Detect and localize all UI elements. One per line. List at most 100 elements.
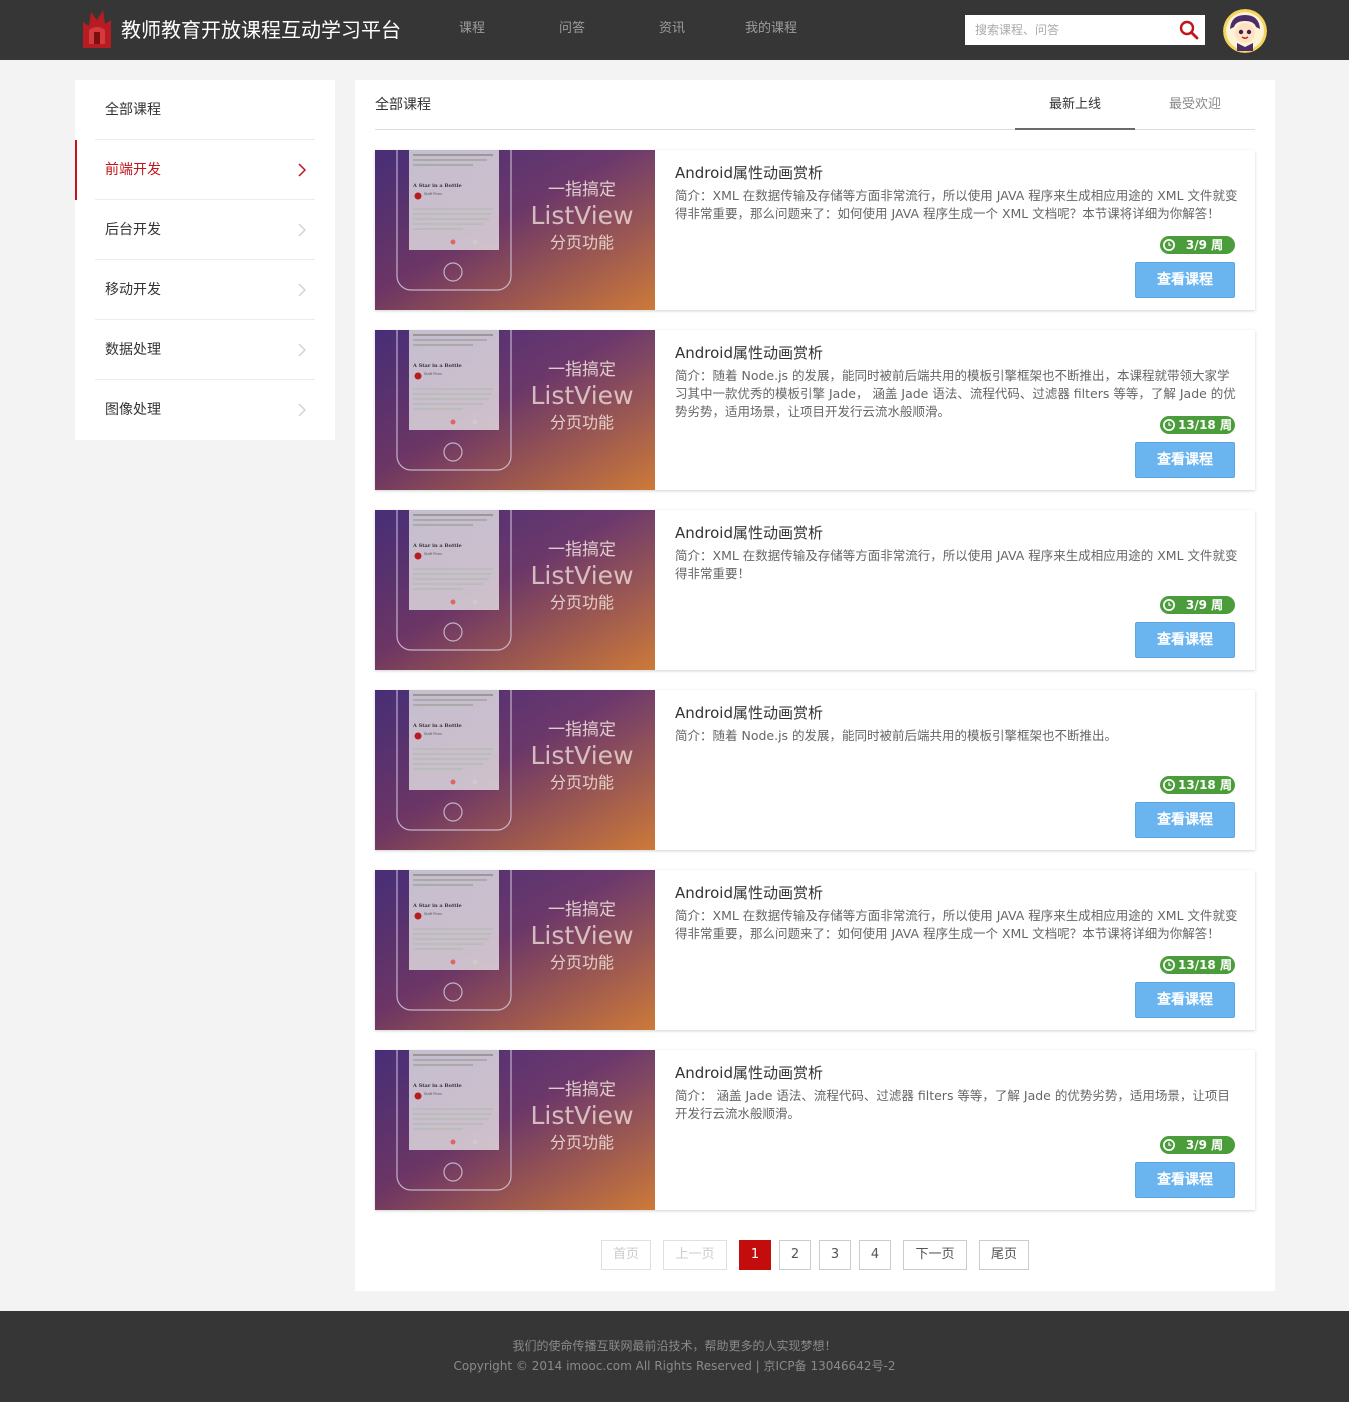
logo-icon[interactable]	[79, 8, 115, 50]
thumb-line3: 分页功能	[550, 233, 614, 252]
page-next-button[interactable]: 下一页	[903, 1240, 967, 1270]
sidebar-item-label: 后台开发	[105, 222, 161, 238]
course-description: 简介：XML 在数据传输及存储等方面非常流行，所以使用 JAVA 程序来生成相应…	[675, 548, 1238, 581]
thumb-line1: 一指搞定	[548, 720, 616, 740]
thumb-line2: ListView	[530, 1101, 633, 1130]
user-avatar[interactable]	[1223, 9, 1267, 53]
sidebar-item-label: 前端开发	[105, 162, 161, 178]
sidebar-item-label: 图像处理	[105, 402, 161, 418]
search-input[interactable]	[965, 15, 1175, 45]
nav-news[interactable]: 资讯	[659, 20, 685, 38]
course-thumbnail[interactable]: A Star in a Bottle Staff Picks 一指搞定ListVie…	[375, 690, 655, 850]
weeks-text: 3/9 周	[1185, 1138, 1224, 1152]
top-header: 教师教育开放课程互动学习平台 课程 问答 资讯 我的课程	[0, 0, 1349, 60]
clock-icon	[1163, 239, 1175, 251]
phone-article-sub: Staff Picks	[424, 912, 442, 916]
thumb-line3: 分页功能	[550, 773, 614, 792]
page-2-button[interactable]: 2	[779, 1240, 811, 1270]
sidebar-item-all-courses[interactable]: 全部课程	[95, 80, 315, 140]
view-course-button[interactable]: 查看课程	[1135, 622, 1235, 658]
site-footer: 我们的使命传播互联网最前沿技术，帮助更多的人实现梦想！ Copyright © …	[0, 1311, 1349, 1402]
nav-my-courses[interactable]: 我的课程	[745, 20, 797, 38]
weeks-text: 13/18 周	[1178, 778, 1232, 792]
course-thumbnail[interactable]: A Star in a Bottle Staff Picks 一指搞定ListVie…	[375, 330, 655, 490]
sidebar-item-backend[interactable]: 后台开发	[95, 200, 315, 260]
thumb-line2: ListView	[530, 561, 633, 590]
course-thumbnail[interactable]: A Star in a Bottle Staff Picks 一指搞定ListVie…	[375, 870, 655, 1030]
page-3-button[interactable]: 3	[819, 1240, 851, 1270]
course-card: A Star in a Bottle Staff Picks 一指搞定 ListVie…	[375, 870, 1255, 1030]
chevron-right-icon	[298, 283, 306, 297]
sidebar-item-mobile[interactable]: 移动开发	[95, 260, 315, 320]
phone-article-sub: Staff Picks	[424, 732, 442, 736]
thumb-line2: ListView	[530, 201, 633, 230]
course-title[interactable]: Android属性动画赏析	[675, 523, 823, 543]
sidebar-item-image[interactable]: 图像处理	[95, 380, 315, 440]
page-last-button[interactable]: 尾页	[979, 1240, 1029, 1270]
page-1-button[interactable]: 1	[739, 1240, 771, 1270]
tab-popular[interactable]: 最受欢迎	[1135, 96, 1255, 130]
course-title[interactable]: Android属性动画赏析	[675, 1063, 823, 1083]
thumb-line1: 一指搞定	[548, 360, 616, 380]
view-course-button[interactable]: 查看课程	[1135, 442, 1235, 478]
weeks-badge: 3/9 周	[1160, 1136, 1235, 1154]
weeks-badge: 3/9 周	[1160, 236, 1235, 254]
phone-article-sub: Staff Picks	[424, 552, 442, 556]
sidebar-item-frontend[interactable]: 前端开发	[95, 140, 315, 200]
view-course-button[interactable]: 查看课程	[1135, 802, 1235, 838]
active-indicator	[75, 140, 77, 200]
thumb-line3: 分页功能	[550, 593, 614, 612]
phone-article-sub: Staff Picks	[424, 1092, 442, 1096]
page-prev-button[interactable]: 上一页	[663, 1240, 727, 1270]
nav-courses[interactable]: 课程	[459, 20, 485, 38]
course-card: A Star in a Bottle Staff Picks 一指搞定 ListVie…	[375, 330, 1255, 490]
course-thumbnail[interactable]: A Star in a Bottle Staff Picks 一指搞定ListVie…	[375, 510, 655, 670]
course-title[interactable]: Android属性动画赏析	[675, 163, 823, 183]
chevron-right-icon	[298, 403, 306, 417]
course-thumbnail[interactable]: A Star in a Bottle Staff Picks 一指搞定ListVie…	[375, 1050, 655, 1210]
weeks-badge: 13/18 周	[1160, 416, 1235, 434]
course-thumbnail[interactable]: A Star in a Bottle Staff Picks 一指搞定ListVie…	[375, 150, 655, 310]
sidebar-item-label: 全部课程	[105, 102, 161, 118]
clock-icon	[1163, 599, 1175, 611]
thumb-line2: ListView	[530, 381, 633, 410]
thumb-line1: 一指搞定	[548, 1080, 616, 1100]
view-course-button[interactable]: 查看课程	[1135, 262, 1235, 298]
course-list-panel: 全部课程 最新上线 最受欢迎 A Star in a Bottle Staff P…	[355, 80, 1275, 1291]
page-4-button[interactable]: 4	[859, 1240, 891, 1270]
thumb-line3: 分页功能	[550, 953, 614, 972]
footer-copyright: Copyright © 2014 imooc.com All Rights Re…	[453, 1359, 896, 1373]
weeks-text: 13/18 周	[1178, 958, 1232, 972]
weeks-text: 13/18 周	[1178, 418, 1232, 432]
weeks-badge: 13/18 周	[1160, 956, 1235, 974]
weeks-text: 3/9 周	[1185, 238, 1224, 252]
course-title[interactable]: Android属性动画赏析	[675, 343, 823, 363]
sidebar-item-data[interactable]: 数据处理	[95, 320, 315, 380]
nav-qa[interactable]: 问答	[559, 20, 585, 38]
course-title[interactable]: Android属性动画赏析	[675, 703, 823, 723]
view-course-button[interactable]: 查看课程	[1135, 982, 1235, 1018]
course-title[interactable]: Android属性动画赏析	[675, 883, 823, 903]
sidebar-item-label: 移动开发	[105, 282, 161, 298]
site-title[interactable]: 教师教育开放课程互动学习平台	[121, 16, 401, 44]
phone-article-title: A Star in a Bottle	[412, 183, 462, 189]
thumb-line2: ListView	[530, 741, 633, 770]
phone-article-title: A Star in a Bottle	[412, 1083, 462, 1089]
phone-article-title: A Star in a Bottle	[412, 363, 462, 369]
course-description: 简介：随着 Node.js 的发展，能同时被前后端共用的模板引擎框架也不断推出，…	[675, 368, 1236, 419]
course-card: A Star in a Bottle Staff Picks 一指搞定 ListVie…	[375, 690, 1255, 850]
view-course-button[interactable]: 查看课程	[1135, 1162, 1235, 1198]
tab-newest[interactable]: 最新上线	[1015, 96, 1135, 130]
thumb-line1: 一指搞定	[548, 900, 616, 920]
phone-article-title: A Star in a Bottle	[412, 903, 462, 909]
thumb-line2: ListView	[530, 921, 633, 950]
course-description: 简介：XML 在数据传输及存储等方面非常流行，所以使用 JAVA 程序来生成相应…	[675, 908, 1238, 941]
course-description: 简介：随着 Node.js 的发展，能同时被前后端共用的模板引擎框架也不断推出。	[675, 728, 1118, 743]
sidebar-item-label: 数据处理	[105, 342, 161, 358]
weeks-text: 3/9 周	[1185, 598, 1224, 612]
phone-article-sub: Staff Picks	[424, 372, 442, 376]
thumb-line3: 分页功能	[550, 1133, 614, 1152]
search-icon[interactable]	[1177, 19, 1201, 41]
page-first-button[interactable]: 首页	[601, 1240, 651, 1270]
weeks-badge: 3/9 周	[1160, 596, 1235, 614]
